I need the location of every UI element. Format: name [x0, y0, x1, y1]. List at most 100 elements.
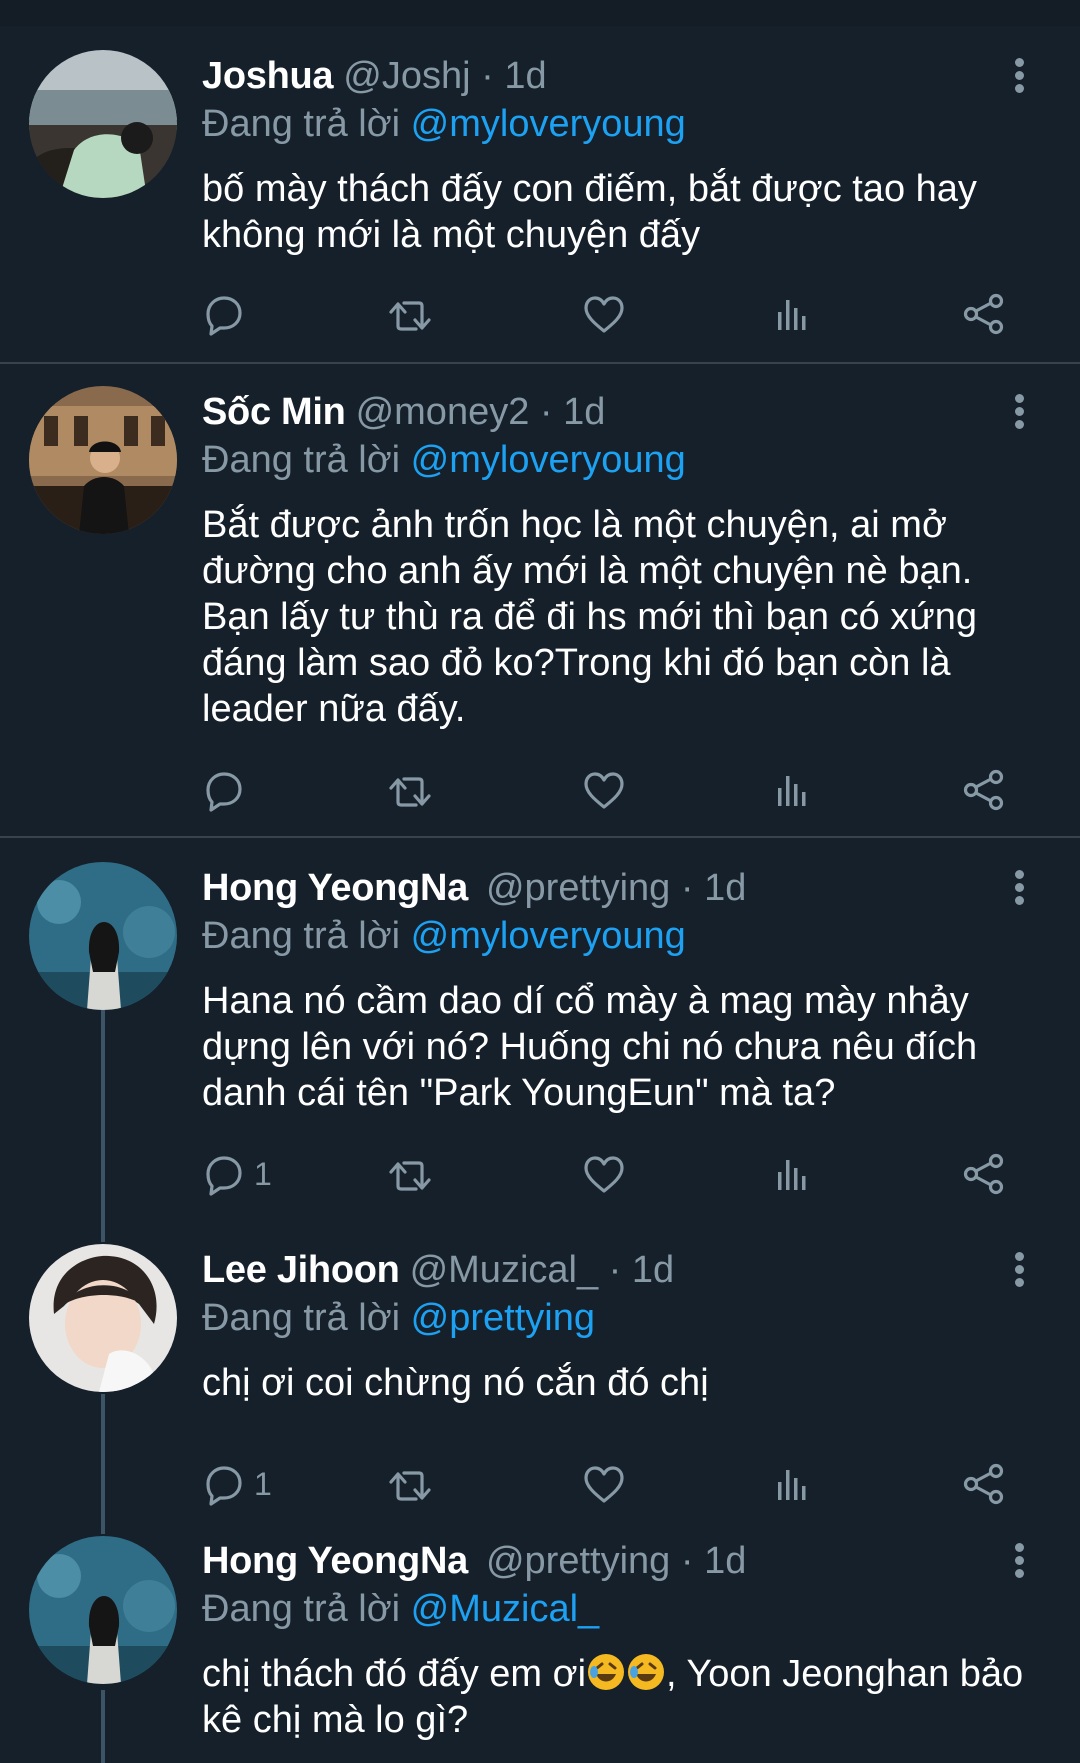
reply-icon	[206, 1466, 242, 1506]
reply-button[interactable]	[202, 290, 254, 338]
views-icon	[778, 1160, 806, 1190]
tweet-text-start: chị thách đó đấy em ơi	[202, 1653, 587, 1695]
tweet-text: chị ơi coi chừng nó cắn đó chị	[202, 1362, 709, 1404]
tweet[interactable]: Lee Jihoon @Muzical_ · 1d Đang trả lời @p…	[0, 1240, 1080, 1536]
reply-icon	[206, 1156, 242, 1196]
retweet-button[interactable]	[388, 290, 432, 338]
replying-to: Đang trả lời @prettying	[202, 1294, 595, 1342]
user-handle[interactable]: @money2	[356, 391, 530, 433]
mention-link[interactable]: @prettying	[411, 1297, 595, 1339]
replying-to: Đang trả lời @myloveryoung	[202, 100, 686, 148]
tweet[interactable]: Hong YeongNa @prettying · 1d Đang trả lời…	[0, 1536, 1080, 1763]
share-button[interactable]	[962, 1460, 1006, 1508]
replying-label: Đang trả lời	[202, 103, 401, 145]
share-button[interactable]	[962, 766, 1006, 814]
mention-link[interactable]: @myloveryoung	[411, 439, 686, 481]
tweet-header: Hong YeongNa @prettying · 1d	[202, 863, 746, 913]
like-icon	[584, 1466, 624, 1503]
avatar[interactable]	[29, 50, 177, 198]
reply-button[interactable]: 1	[202, 1150, 272, 1198]
tweet-text: chị thách đó đấy em ơi, Yoon Jeonghan bả…	[202, 1651, 1032, 1743]
views-button[interactable]	[770, 1150, 814, 1198]
avatar[interactable]	[29, 386, 177, 534]
timestamp[interactable]: 1d	[704, 867, 746, 909]
replying-label: Đang trả lời	[202, 915, 401, 957]
tweet-header: Sốc Min @money2 · 1d	[202, 387, 605, 437]
reply-button[interactable]: 1	[202, 1460, 272, 1508]
retweet-icon	[389, 1161, 431, 1191]
share-icon	[963, 293, 1004, 335]
avatar[interactable]	[29, 862, 177, 1010]
tweet-header: Joshua @Joshj · 1d	[202, 51, 547, 101]
user-handle[interactable]: @Joshj	[343, 55, 470, 97]
display-name[interactable]: Joshua	[202, 55, 334, 97]
replying-to: Đang trả lời @myloveryoung	[202, 912, 686, 960]
like-button[interactable]	[582, 1460, 626, 1508]
tweet-text: Bắt được ảnh trốn học là một chuyện, ai …	[202, 504, 977, 730]
views-icon	[778, 1470, 806, 1500]
replying-to: Đang trả lời @Muzical_	[202, 1585, 599, 1633]
like-button[interactable]	[582, 290, 626, 338]
share-icon	[963, 769, 1004, 811]
action-bar: 1	[202, 1460, 1022, 1508]
avatar[interactable]	[29, 1244, 177, 1392]
more-icon[interactable]	[1010, 1539, 1030, 1583]
views-icon	[778, 776, 806, 806]
timestamp[interactable]: 1d	[632, 1249, 674, 1291]
share-button[interactable]	[962, 290, 1006, 338]
display-name[interactable]: Sốc Min	[202, 391, 346, 433]
tweet-text: Hana nó cầm dao dí cổ mày à mag mày nhảy…	[202, 980, 978, 1114]
tweet[interactable]: Joshua @Joshj · 1d Đang trả lời @mylovery…	[0, 0, 1080, 362]
avatar[interactable]	[29, 1536, 177, 1684]
replying-label: Đang trả lời	[202, 1588, 401, 1630]
mention-link[interactable]: @myloveryoung	[411, 915, 686, 957]
action-bar	[202, 290, 1022, 338]
replying-to: Đang trả lời @myloveryoung	[202, 436, 686, 484]
more-icon[interactable]	[1010, 1248, 1030, 1292]
reply-icon	[206, 296, 242, 336]
retweet-button[interactable]	[388, 766, 432, 814]
more-icon[interactable]	[1010, 866, 1030, 910]
user-handle[interactable]: @prettying	[486, 1540, 670, 1582]
mention-link[interactable]: @Muzical_	[411, 1588, 600, 1630]
timestamp[interactable]: 1d	[704, 1540, 746, 1582]
action-bar: 1	[202, 1150, 1022, 1198]
replying-label: Đang trả lời	[202, 1297, 401, 1339]
separator-dot: ·	[608, 1249, 622, 1291]
like-icon	[584, 772, 624, 809]
display-name[interactable]: Hong YeongNa	[202, 1540, 468, 1582]
display-name[interactable]: Lee Jihoon	[202, 1249, 400, 1291]
retweet-button[interactable]	[388, 1460, 432, 1508]
tweet-header: Lee Jihoon @Muzical_ · 1d	[202, 1245, 674, 1295]
separator-dot: ·	[539, 391, 553, 433]
share-icon	[963, 1463, 1004, 1505]
user-handle[interactable]: @Muzical_	[410, 1249, 599, 1291]
more-icon[interactable]	[1010, 54, 1030, 98]
views-button[interactable]	[770, 290, 814, 338]
more-icon[interactable]	[1010, 390, 1030, 434]
views-button[interactable]	[770, 766, 814, 814]
retweet-icon	[389, 301, 431, 331]
like-button[interactable]	[582, 766, 626, 814]
share-icon	[963, 1153, 1004, 1195]
reply-icon	[206, 772, 242, 812]
timestamp[interactable]: 1d	[563, 391, 605, 433]
share-button[interactable]	[962, 1150, 1006, 1198]
retweet-button[interactable]	[388, 1150, 432, 1198]
reply-count: 1	[254, 1465, 272, 1502]
tweet[interactable]: Sốc Min @money2 · 1d Đang trả lời @mylove…	[0, 364, 1080, 836]
separator-dot: ·	[680, 867, 694, 909]
separator-dot: ·	[680, 1540, 694, 1582]
user-handle[interactable]: @prettying	[486, 867, 670, 909]
mention-link[interactable]: @myloveryoung	[411, 103, 686, 145]
tweet[interactable]: Hong YeongNa @prettying · 1d Đang trả lời…	[0, 838, 1080, 1240]
tweet-text: bố mày thách đấy con điếm, bắt được tao …	[202, 168, 977, 256]
like-button[interactable]	[582, 1150, 626, 1198]
tweet-header: Hong YeongNa @prettying · 1d	[202, 1536, 746, 1586]
views-button[interactable]	[770, 1460, 814, 1508]
display-name[interactable]: Hong YeongNa	[202, 867, 468, 909]
retweet-icon	[389, 777, 431, 807]
like-icon	[584, 296, 624, 333]
timestamp[interactable]: 1d	[504, 55, 546, 97]
reply-button[interactable]	[202, 766, 254, 814]
